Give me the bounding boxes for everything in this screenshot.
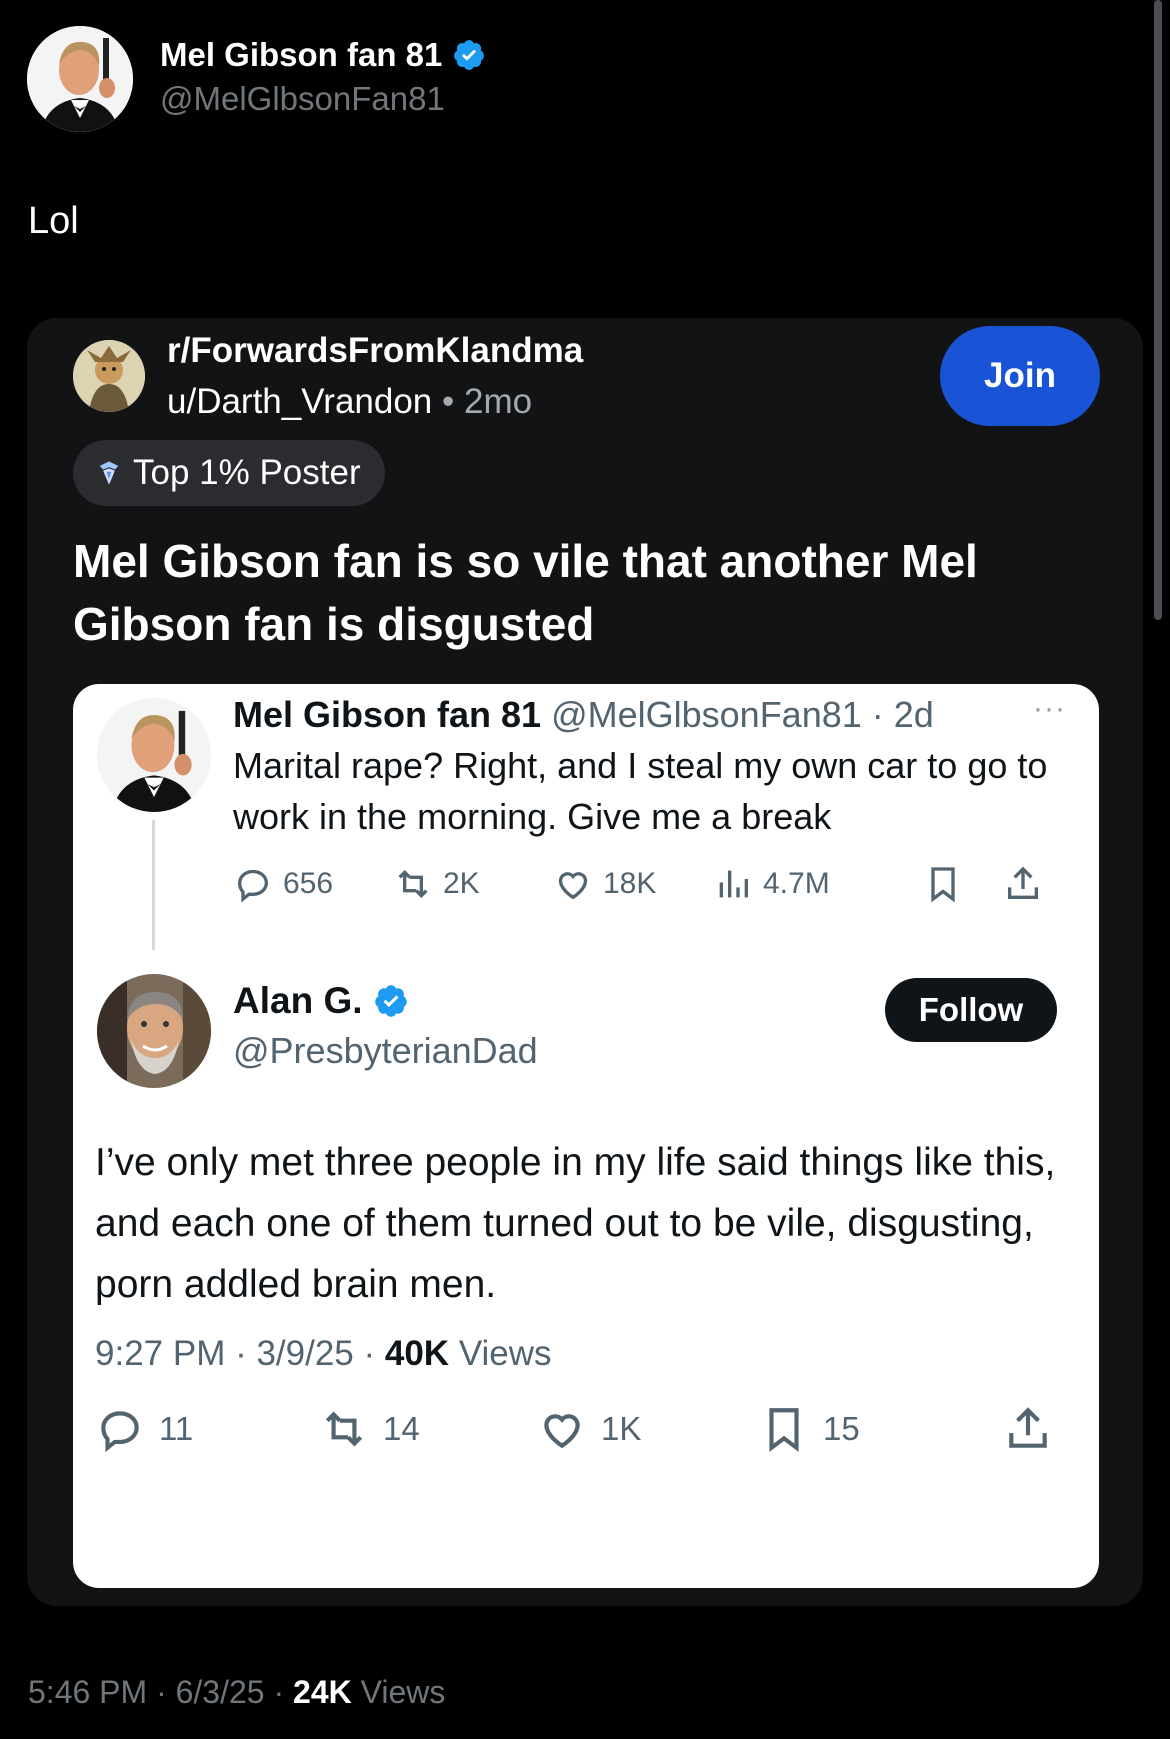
avatar-image — [27, 26, 133, 132]
quoted-actions: 656 2K 18K 4.7M — [233, 864, 1073, 914]
handle[interactable]: @MelGlbsonFan81 — [160, 80, 486, 118]
like-count: 18K — [603, 867, 657, 900]
view-count: 4.7M — [763, 867, 830, 900]
repost-count: 14 — [383, 1410, 420, 1447]
reply-actions: 11 14 1K 15 — [95, 1404, 1075, 1464]
reddit-post-card[interactable]: r/ForwardsFromKlandma u/Darth_Vrandon • … — [27, 318, 1143, 1606]
flair-shield-icon — [99, 461, 119, 485]
avatar[interactable] — [27, 26, 133, 132]
views-chart-icon — [719, 870, 748, 898]
join-button[interactable]: Join — [940, 326, 1100, 426]
heart-icon — [558, 872, 588, 900]
reply-count: 656 — [283, 867, 334, 900]
thread-line — [152, 820, 155, 950]
verified-badge-icon — [454, 40, 485, 70]
reply-count: 11 — [159, 1410, 194, 1447]
post-title[interactable]: Mel Gibson fan is so vile that another M… — [73, 530, 1073, 656]
views-action: 4.7M — [713, 864, 830, 904]
bookmark-icon — [769, 1408, 799, 1452]
avatar — [97, 974, 211, 1088]
like-action: 1K — [537, 1404, 641, 1454]
reply-time: 9:27 PM · 3/9/25 · — [95, 1334, 385, 1373]
share-icon — [1008, 866, 1038, 899]
meta-separator: • — [442, 382, 455, 421]
bookmark-count: 15 — [823, 1410, 860, 1447]
quoted-tweet-text: Marital rape? Right, and I steal my own … — [233, 745, 1048, 837]
like-action: 18K — [553, 864, 656, 904]
bookmark-action: 15 — [759, 1404, 860, 1454]
reply-author-row: Alan G. — [233, 980, 409, 1022]
verified-badge-icon — [374, 985, 407, 1017]
avatar — [97, 698, 211, 812]
reply-action: 656 — [233, 864, 333, 904]
reply-icon — [101, 1411, 139, 1453]
share-action — [1003, 864, 1053, 904]
post-image[interactable]: Mel Gibson fan 81 @MelGlbsonFan81 · 2d ·… — [73, 684, 1099, 1588]
tweet-text: Lol — [28, 200, 79, 242]
quoted-display-name: Mel Gibson fan 81 — [233, 694, 542, 735]
share-icon — [1009, 1407, 1047, 1448]
reply-icon — [237, 869, 269, 903]
post-author[interactable]: u/Darth_Vrandon — [167, 382, 432, 421]
tweet-header: Mel Gibson fan 81 @MelGlbsonFan81 — [27, 26, 486, 132]
subreddit-name[interactable]: r/ForwardsFromKlandma — [167, 331, 583, 371]
tweet-time: 5:46 PM · 6/3/25 · — [28, 1674, 294, 1710]
repost-icon — [398, 869, 428, 899]
reply-views-label: Views — [449, 1334, 552, 1373]
avatar-image — [97, 974, 211, 1088]
tweet-views-label: Views — [351, 1674, 446, 1710]
bookmark-icon — [931, 867, 955, 903]
reply-display-name: Alan G. — [233, 980, 363, 1021]
quoted-tweet-header: Mel Gibson fan 81 @MelGlbsonFan81 · 2d — [233, 694, 934, 736]
reply-action: 11 — [95, 1404, 193, 1454]
heart-icon — [544, 1414, 580, 1449]
more-icon: ··· — [1033, 692, 1066, 725]
avatar-image — [97, 698, 211, 812]
follow-button: Follow — [885, 978, 1057, 1042]
repost-action: 14 — [319, 1404, 420, 1454]
reply-views-count: 40K — [384, 1334, 450, 1373]
display-name[interactable]: Mel Gibson fan 81 — [160, 36, 442, 74]
repost-icon — [325, 1411, 363, 1447]
tweet-timestamp: 5:46 PM · 6/3/25 · 24K Views — [28, 1674, 445, 1711]
subreddit-avatar-image — [73, 340, 145, 412]
user-flair: Top 1% Poster — [73, 440, 385, 506]
like-count: 1K — [601, 1410, 642, 1447]
reply-handle: @PresbyterianDad — [233, 1030, 538, 1071]
flair-label: Top 1% Poster — [133, 453, 361, 492]
post-age: 2mo — [464, 382, 533, 421]
quoted-handle-time: @MelGlbsonFan81 · 2d — [551, 694, 934, 735]
scrollbar[interactable] — [1154, 0, 1162, 620]
bookmark-action — [923, 864, 973, 904]
repost-action: 2K — [393, 864, 480, 904]
repost-count: 2K — [443, 867, 480, 900]
reply-timestamp: 9:27 PM · 3/9/25 · 40K Views — [95, 1334, 552, 1374]
share-action — [1003, 1404, 1067, 1454]
tweet-views-count: 24K — [293, 1674, 352, 1710]
subreddit-avatar[interactable] — [73, 340, 145, 412]
reply-tweet-text: I’ve only met three people in my life sa… — [95, 1141, 1056, 1306]
post-meta: u/Darth_Vrandon • 2mo — [167, 382, 532, 422]
